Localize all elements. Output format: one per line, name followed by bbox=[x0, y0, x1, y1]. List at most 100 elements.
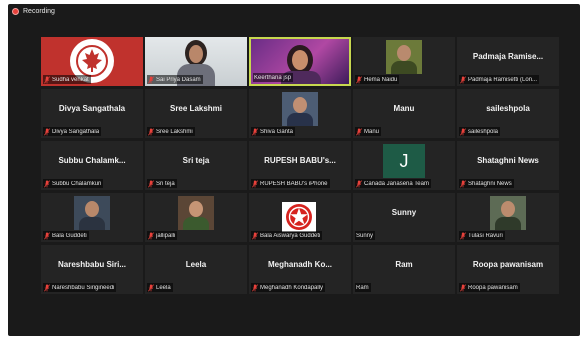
participant-tile-divya-sangathala[interactable]: Divya Sangathala Divya Sangathala bbox=[41, 89, 143, 138]
muted-mic-icon bbox=[460, 75, 466, 83]
participant-caption-name: Divya Sangathala bbox=[52, 128, 100, 135]
participant-tile-roopa-pawanisam[interactable]: Roopa pawanisam Roopa pawanisam bbox=[457, 245, 559, 294]
participant-caption-name: Hema Naidu bbox=[364, 76, 398, 83]
recording-dot-icon bbox=[12, 7, 19, 15]
participant-caption-name: Ram bbox=[356, 284, 369, 291]
participant-caption: Canada Janasena Team bbox=[355, 179, 431, 188]
participant-caption: Sree Lakshmi bbox=[147, 127, 195, 136]
participant-tile-sunny[interactable]: Sunny Sunny bbox=[353, 193, 455, 242]
participant-caption: Tulasi Ravuri bbox=[459, 231, 505, 240]
participant-tile-bala-aiswarya-guddeti[interactable]: Bala Aiswarya Guddeti bbox=[249, 193, 351, 242]
initial-avatar: J bbox=[383, 144, 425, 178]
participant-tile-jallipalli[interactable]: jallipalli bbox=[145, 193, 247, 242]
muted-mic-icon bbox=[252, 231, 258, 239]
participant-caption-name: Subbu Chalamkuri bbox=[52, 180, 102, 187]
participant-caption: Bala Guddeti bbox=[43, 231, 89, 240]
participant-tile-rupesh-babu-s-iphone[interactable]: RUPESH BABU's... RUPESH BABU's iPhone bbox=[249, 141, 351, 190]
muted-mic-icon bbox=[148, 75, 154, 83]
meeting-window: Recording Sudha venkat Sai Priya Dasam Kee… bbox=[8, 4, 580, 336]
muted-mic-icon bbox=[252, 283, 258, 291]
participant-caption: saileshpola bbox=[459, 127, 501, 136]
participant-caption-name: Sunny bbox=[356, 232, 374, 239]
participant-tile-hema-naidu[interactable]: Hema Naidu bbox=[353, 37, 455, 86]
participant-caption-name: Tulasi Ravuri bbox=[468, 232, 503, 239]
muted-mic-icon bbox=[44, 231, 50, 239]
participant-caption: Sudha venkat bbox=[43, 75, 91, 84]
participant-caption-name: Bala Aiswarya Guddeti bbox=[260, 232, 321, 239]
participant-gallery: Sudha venkat Sai Priya Dasam Keerthana jsp… bbox=[41, 37, 559, 294]
muted-mic-icon bbox=[148, 127, 154, 135]
participant-tile-saileshpola[interactable]: saileshpola saileshpola bbox=[457, 89, 559, 138]
participant-tile-meghanadh-kondapally[interactable]: Meghanadh Ko... Meghanadh Kondapally bbox=[249, 245, 351, 294]
participant-caption-name: Shiva Ganta bbox=[260, 128, 294, 135]
participant-display-name: Sri teja bbox=[182, 156, 210, 165]
participant-tile-shataghni-news[interactable]: Shataghni News Shataghni News bbox=[457, 141, 559, 190]
participant-tile-sree-lakshmi[interactable]: Sree Lakshmi Sree Lakshmi bbox=[145, 89, 247, 138]
muted-mic-icon bbox=[356, 179, 362, 187]
participant-caption-name: Leela bbox=[156, 284, 171, 291]
participant-caption-name: Nareshbabu Sirigineedi bbox=[52, 284, 115, 291]
participant-tile-padmaja-ramisetti-lon[interactable]: Padmaja Ramise... Padmaja Ramisetti (Lon.… bbox=[457, 37, 559, 86]
participant-tile-manu[interactable]: Manu Manu bbox=[353, 89, 455, 138]
participant-display-name: Manu bbox=[393, 104, 415, 113]
muted-mic-icon bbox=[460, 231, 466, 239]
muted-mic-icon bbox=[44, 75, 50, 83]
participant-display-name: Sunny bbox=[391, 208, 417, 217]
participant-display-name: Meghanadh Ko... bbox=[268, 260, 332, 269]
muted-mic-icon bbox=[148, 179, 154, 187]
participant-caption-name: jallipalli bbox=[156, 232, 176, 239]
participant-tile-subbu-chalamkuri[interactable]: Subbu Chalamk... Subbu Chalamkuri bbox=[41, 141, 143, 190]
muted-mic-icon bbox=[252, 179, 258, 187]
muted-mic-icon bbox=[148, 283, 154, 291]
participant-display-name: saileshpola bbox=[486, 104, 530, 113]
participant-caption: Hema Naidu bbox=[355, 75, 400, 84]
participant-tile-keerthana-jsp[interactable]: Keerthana jsp bbox=[249, 37, 351, 86]
participant-caption-name: RUPESH BABU's iPhone bbox=[260, 180, 328, 187]
participant-caption: Sunny bbox=[355, 231, 376, 240]
participant-tile-leela[interactable]: Leela Leela bbox=[145, 245, 247, 294]
participant-display-name: Subbu Chalamk... bbox=[58, 156, 126, 165]
participant-display-name: RUPESH BABU's... bbox=[264, 156, 336, 165]
participant-caption-name: Roopa pawanisam bbox=[468, 284, 518, 291]
participant-tile-tulasi-ravuri[interactable]: Tulasi Ravuri bbox=[457, 193, 559, 242]
participant-caption-name: Canada Janasena Team bbox=[364, 180, 429, 187]
participant-caption: Leela bbox=[147, 283, 173, 292]
muted-mic-icon bbox=[252, 127, 258, 135]
participant-caption-name: Shataghni News bbox=[468, 180, 512, 187]
participant-caption-name: Sree Lakshmi bbox=[156, 128, 193, 135]
participant-tile-bala-guddeti[interactable]: Bala Guddeti bbox=[41, 193, 143, 242]
participant-tile-shiva-ganta[interactable]: Shiva Ganta bbox=[249, 89, 351, 138]
participant-caption: Shataghni News bbox=[459, 179, 514, 188]
participant-caption: Sri teja bbox=[147, 179, 177, 188]
participant-caption-name: saileshpola bbox=[468, 128, 499, 135]
participant-caption-name: Padmaja Ramisetti (Lon... bbox=[468, 76, 538, 83]
participant-tile-nareshbabu-sirigineedi[interactable]: Nareshbabu Siri... Nareshbabu Sirigineedi bbox=[41, 245, 143, 294]
profile-photo bbox=[386, 40, 422, 74]
participant-display-name: Shataghni News bbox=[477, 156, 539, 165]
red-star-logo-icon bbox=[282, 202, 316, 232]
recording-label: Recording bbox=[23, 7, 55, 15]
initial-letter: J bbox=[399, 150, 409, 171]
participant-tile-sudha-venkat[interactable]: Sudha venkat bbox=[41, 37, 143, 86]
participant-tile-canada-janasena-team[interactable]: J Canada Janasena Team bbox=[353, 141, 455, 190]
muted-mic-icon bbox=[460, 127, 466, 135]
participant-caption-name: Sai Priya Dasam bbox=[156, 76, 201, 83]
participant-caption: Sai Priya Dasam bbox=[147, 75, 203, 84]
participant-tile-sai-priya-dasam[interactable]: Sai Priya Dasam bbox=[145, 37, 247, 86]
recording-indicator[interactable]: Recording bbox=[8, 4, 580, 18]
participant-display-name: Padmaja Ramise... bbox=[472, 52, 544, 61]
participant-display-name: Ram bbox=[395, 260, 413, 269]
participant-caption: Meghanadh Kondapally bbox=[251, 283, 326, 292]
profile-photo bbox=[490, 196, 526, 230]
participant-tile-ram[interactable]: Ram Ram bbox=[353, 245, 455, 294]
participant-tile-sri-teja[interactable]: Sri teja Sri teja bbox=[145, 141, 247, 190]
muted-mic-icon bbox=[460, 179, 466, 187]
participant-caption: Shiva Ganta bbox=[251, 127, 296, 136]
participant-caption: Bala Aiswarya Guddeti bbox=[251, 231, 323, 240]
participant-display-name: Leela bbox=[185, 260, 207, 269]
participant-display-name: Nareshbabu Siri... bbox=[57, 260, 127, 269]
participant-caption: Roopa pawanisam bbox=[459, 283, 520, 292]
participant-display-name: Divya Sangathala bbox=[58, 104, 126, 113]
participant-display-name: Sree Lakshmi bbox=[169, 104, 223, 113]
participant-caption: Ram bbox=[355, 283, 371, 292]
